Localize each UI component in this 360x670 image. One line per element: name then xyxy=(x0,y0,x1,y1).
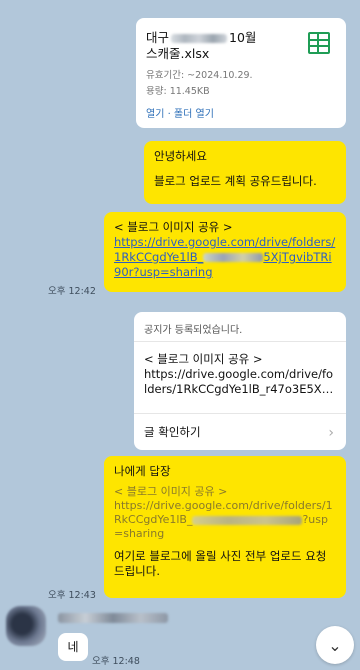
chevron-right-icon: › xyxy=(328,425,334,441)
quote-title: < 블로그 이미지 공유 > xyxy=(114,485,228,498)
file-name-prefix: 대구 xyxy=(146,30,170,45)
file-size: 용량: 11.45KB xyxy=(146,86,210,97)
chevron-down-icon: ⌄ xyxy=(328,635,342,655)
redacted-text xyxy=(203,253,264,262)
notice-card[interactable]: 공지가 등록되었습니다. < 블로그 이미지 공유 > https://driv… xyxy=(134,312,346,450)
message-text: 블로그 업로드 계획 공유드립니다. xyxy=(154,174,317,188)
notice-header: 공지가 등록되었습니다. xyxy=(134,312,346,342)
file-name-line2: 스캐줄.xlsx xyxy=(146,46,210,61)
message-text: 여기로 블로그에 올릴 사진 전부 업로드 요청드립니다. xyxy=(114,549,327,578)
file-expiry: 유효기간: ~2024.10.29. xyxy=(146,70,253,81)
file-attachment-card[interactable]: 대구 10월 스캐줄.xlsx 유효기간: ~2024.10.29. 용량: 11… xyxy=(136,18,346,128)
file-name: 대구 10월 스캐줄.xlsx xyxy=(146,30,296,62)
notice-link: https://drive.google.com/drive/folders/1… xyxy=(144,367,334,396)
notice-view-label: 글 확인하기 xyxy=(144,425,201,439)
message-text: 안녕하세요 xyxy=(154,149,207,163)
reply-title: 나에게 답장 xyxy=(114,464,171,478)
spreadsheet-icon xyxy=(308,32,330,54)
sender-name-redacted xyxy=(58,613,168,623)
message-time: 오후 12:43 xyxy=(48,590,96,601)
redacted-text xyxy=(192,515,303,525)
notice-body: < 블로그 이미지 공유 > https://drive.google.com/… xyxy=(134,342,346,414)
message-time: 오후 12:48 xyxy=(92,656,140,667)
chat-room: 대구 10월 스캐줄.xlsx 유효기간: ~2024.10.29. 용량: 11… xyxy=(0,0,360,670)
reply-quote: < 블로그 이미지 공유 > https://drive.google.com/… xyxy=(114,485,336,541)
outgoing-message-greeting[interactable]: 안녕하세요 블로그 업로드 계획 공유드립니다. xyxy=(144,141,346,204)
file-name-suffix: 10월 xyxy=(229,30,257,45)
avatar[interactable] xyxy=(6,606,46,646)
message-text: < 블로그 이미지 공유 > xyxy=(114,220,233,234)
drive-link[interactable]: https://drive.google.com/drive/folders/1… xyxy=(114,235,336,280)
notice-view-button[interactable]: 글 확인하기 › xyxy=(134,414,346,450)
message-time: 오후 12:42 xyxy=(48,286,96,297)
redacted-text xyxy=(171,34,228,43)
file-open-actions[interactable]: 열기 · 폴더 열기 xyxy=(146,105,336,120)
outgoing-reply-message[interactable]: 나에게 답장 < 블로그 이미지 공유 > https://drive.goog… xyxy=(104,456,346,598)
outgoing-message-link[interactable]: < 블로그 이미지 공유 > https://drive.google.com/… xyxy=(104,212,346,292)
incoming-message[interactable]: 네 xyxy=(58,633,88,661)
notice-title: < 블로그 이미지 공유 > xyxy=(144,352,263,366)
scroll-down-button[interactable]: ⌄ xyxy=(316,626,354,664)
